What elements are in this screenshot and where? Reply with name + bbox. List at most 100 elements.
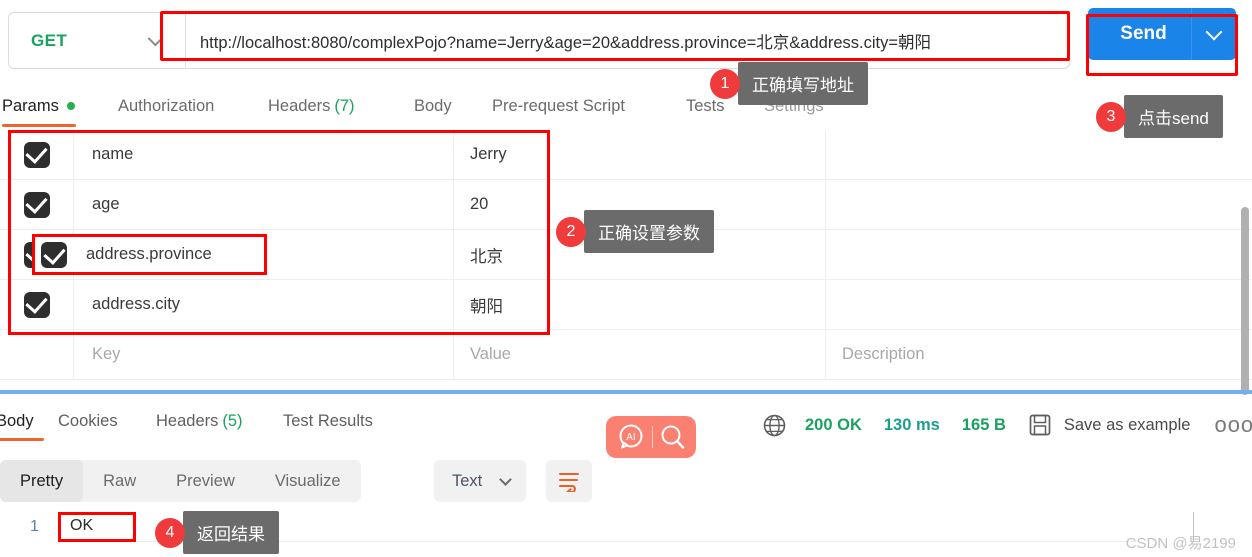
ai-bubble-icon: AI (619, 424, 642, 449)
vertical-scrollbar[interactable] (1241, 207, 1249, 395)
table-row[interactable]: name Jerry (0, 130, 1252, 180)
tab-pre-request-script[interactable]: Pre-request Script (492, 88, 625, 124)
annotation-tooltip: 正确设置参数 (584, 210, 714, 253)
annotation-badge: 1 (710, 68, 740, 99)
tab-authorization[interactable]: Authorization (118, 88, 214, 124)
send-options-dropdown[interactable] (1192, 8, 1236, 60)
table-row[interactable]: address.city 朝阳 (0, 280, 1252, 330)
save-icon[interactable] (1028, 413, 1052, 437)
annotation-badge: 3 (1096, 101, 1126, 132)
word-wrap-toggle[interactable] (546, 460, 592, 502)
globe-icon (763, 414, 786, 436)
chevron-down-icon (499, 472, 512, 486)
tab-params-label: Params (2, 96, 59, 115)
response-body-text: OK (70, 517, 94, 534)
save-as-example-button[interactable]: Save as example (1064, 416, 1191, 435)
method-url-container: GET http://localhost:8080/complexPojo?na… (8, 12, 1070, 69)
param-description[interactable] (826, 230, 1252, 279)
postman-window: GET http://localhost:8080/complexPojo?na… (0, 0, 1252, 557)
response-tab-headers-count: (5) (222, 411, 243, 430)
url-input[interactable]: http://localhost:8080/complexPojo?name=J… (186, 13, 1069, 68)
param-value[interactable]: 朝阳 (454, 280, 826, 329)
http-method-label: GET (31, 30, 68, 50)
tab-pre-request-script-label: Pre-request Script (492, 96, 625, 115)
view-tab-visualize[interactable]: Visualize (255, 460, 361, 502)
row-checkbox-cell[interactable] (0, 180, 74, 229)
send-button[interactable]: Send (1088, 8, 1236, 60)
request-url-row: GET http://localhost:8080/complexPojo?na… (0, 0, 1252, 82)
tab-authorization-label: Authorization (118, 96, 215, 115)
param-key[interactable]: age (74, 180, 454, 229)
view-tab-raw[interactable]: Raw (83, 460, 156, 502)
divider (136, 541, 1136, 542)
svg-text:AI: AI (626, 432, 635, 443)
watermark: CSDN @易2199 (1125, 535, 1236, 552)
active-tab-indicator (2, 124, 76, 127)
response-tab-headers[interactable]: Headers (5) (156, 405, 243, 437)
response-size: 165 B (961, 415, 1006, 434)
tab-headers-label: Headers (268, 96, 331, 115)
table-placeholder-row[interactable]: Key Value Description (0, 330, 1252, 380)
annotation-2: 2 正确设置参数 (556, 210, 714, 253)
checkbox-checked-icon[interactable] (41, 242, 67, 268)
response-body-toolbar: Pretty Raw Preview Visualize Text (0, 460, 1252, 504)
checkbox-checked-icon[interactable] (23, 141, 50, 168)
column-header-key: Key (74, 330, 454, 379)
annotation-tooltip: 正确填写地址 (738, 62, 868, 105)
row-checkbox-cell[interactable] (0, 130, 74, 179)
response-view-segmented-control: Pretty Raw Preview Visualize (0, 460, 361, 502)
row-checkbox-cell[interactable] (0, 330, 74, 379)
param-key[interactable]: address.city (74, 280, 454, 329)
param-key[interactable]: name (74, 130, 454, 179)
status-code: 200 OK (805, 415, 862, 434)
line-number: 1 (30, 518, 39, 535)
response-tab-body-label: Body (0, 411, 34, 430)
body-format-dropdown[interactable]: Text (434, 460, 526, 502)
param-description[interactable] (826, 180, 1252, 229)
divider (651, 426, 653, 448)
param-description[interactable] (826, 280, 1252, 329)
view-tab-preview[interactable]: Preview (156, 460, 255, 502)
row-checkbox-cell[interactable] (0, 280, 74, 329)
response-tab-cookies[interactable]: Cookies (58, 405, 118, 437)
active-response-tab-indicator (0, 438, 44, 441)
view-tab-pretty[interactable]: Pretty (0, 460, 84, 502)
annotation-4: 4 返回结果 (155, 511, 279, 554)
pane-splitter[interactable] (0, 390, 1252, 394)
response-tab-cookies-label: Cookies (58, 411, 118, 430)
annotation-badge: 2 (556, 216, 586, 247)
tab-params[interactable]: Params (2, 88, 75, 124)
body-format-label: Text (452, 471, 483, 490)
request-tabs: Params Authorization Headers (7) Body Pr… (0, 88, 1252, 127)
annotation-tooltip: 返回结果 (183, 511, 279, 554)
tab-body[interactable]: Body (414, 88, 452, 124)
checkbox-checked-icon[interactable] (23, 291, 50, 318)
column-header-value: Value (454, 330, 826, 379)
response-time: 130 ms (883, 415, 940, 434)
tab-headers[interactable]: Headers (7) (268, 88, 355, 124)
response-tab-test-results-label: Test Results (283, 411, 373, 430)
annotation-tooltip: 点击send (1124, 95, 1223, 138)
response-status-bar: 200 OK 130 ms 165 B Save as example ooo (762, 408, 1252, 442)
response-tab-headers-label: Headers (156, 411, 219, 430)
column-header-description: Description (842, 345, 925, 363)
chevron-down-icon (147, 30, 164, 46)
ai-assistant-button[interactable]: AI (606, 416, 696, 458)
annotation-badge: 4 (155, 517, 185, 548)
annotation-3: 3 点击send (1096, 95, 1223, 138)
modified-dot-icon (66, 102, 75, 110)
http-method-dropdown[interactable]: GET (9, 13, 185, 68)
search-icon (661, 425, 684, 449)
more-options-icon[interactable]: ooo (1214, 414, 1252, 436)
annotation-1: 1 正确填写地址 (710, 62, 868, 105)
param-value[interactable]: Jerry (454, 130, 826, 179)
chevron-down-icon (1205, 23, 1223, 40)
wrap-text-icon (559, 473, 579, 492)
tab-headers-count: (7) (334, 96, 355, 115)
send-button-label: Send (1120, 23, 1167, 44)
response-tab-test-results[interactable]: Test Results (283, 405, 373, 437)
response-tab-body[interactable]: Body (0, 405, 34, 437)
checkbox-checked-icon[interactable] (23, 191, 50, 218)
tab-body-label: Body (414, 96, 452, 115)
param-key-highlighted: address.province (86, 245, 212, 263)
